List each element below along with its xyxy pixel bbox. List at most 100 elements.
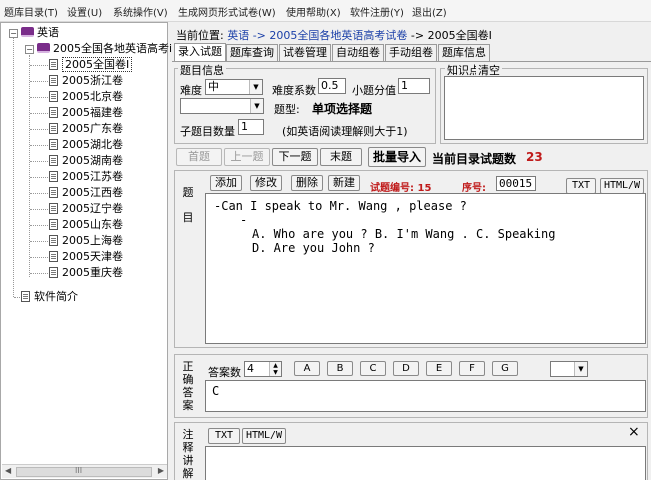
difficulty-select[interactable]: 中 ▼ bbox=[205, 79, 263, 95]
menu-generate-web[interactable]: 生成网页形式试卷(W) bbox=[178, 4, 276, 19]
first-question-button[interactable]: 首题 bbox=[176, 148, 222, 166]
scrollbar-thumb[interactable]: III bbox=[16, 466, 152, 477]
format-html-button[interactable]: HTML/W bbox=[600, 178, 644, 194]
tree-guide-line bbox=[30, 193, 48, 194]
last-question-button[interactable]: 末题 bbox=[320, 148, 362, 166]
tab-entry[interactable]: 录入试题 bbox=[174, 43, 226, 61]
type-value: 单项选择题 bbox=[312, 102, 373, 116]
seq-label: 序号: bbox=[462, 183, 486, 194]
tree-branch[interactable]: 2005全国各地英语高考i bbox=[37, 41, 172, 57]
collapse-icon[interactable]: − bbox=[9, 29, 18, 38]
document-icon bbox=[49, 235, 58, 246]
collapse-icon[interactable]: − bbox=[25, 45, 34, 54]
score-input[interactable]: 1 bbox=[398, 78, 430, 94]
document-icon bbox=[49, 219, 58, 230]
tree-item[interactable]: 2005湖南卷 bbox=[49, 153, 123, 169]
menu-settings[interactable]: 设置(U) bbox=[67, 4, 102, 19]
question-text-area[interactable]: -Can I speak to Mr. Wang , please ? - A.… bbox=[205, 193, 646, 344]
next-question-button[interactable]: 下一题 bbox=[272, 148, 318, 166]
knowledge-box[interactable] bbox=[444, 76, 644, 140]
question-line: D. Are you John ? bbox=[252, 241, 375, 255]
edit-button[interactable]: 修改 bbox=[250, 175, 282, 191]
scrollbar-grip: III bbox=[75, 466, 83, 475]
question-id: 试题编号: 15 bbox=[370, 183, 432, 194]
explain-format-html-button[interactable]: HTML/W bbox=[242, 428, 286, 444]
tree-item[interactable]: 2005辽宁卷 bbox=[49, 201, 123, 217]
answer-option-button[interactable]: G bbox=[492, 361, 518, 376]
difficulty-coef-input[interactable]: 0.5 bbox=[318, 78, 346, 94]
tree-item[interactable]: 2005江苏卷 bbox=[49, 169, 123, 185]
answer-extra-select[interactable]: ▼ bbox=[550, 361, 588, 377]
tree-guide-line bbox=[13, 37, 14, 297]
tree-guide-line bbox=[30, 241, 48, 242]
answer-side-label: 正 确 答 案 bbox=[182, 360, 194, 412]
answer-text-area[interactable]: C bbox=[205, 380, 646, 412]
tab-auto-compose[interactable]: 自动组卷 bbox=[332, 44, 384, 61]
document-icon bbox=[49, 171, 58, 182]
tree-item[interactable]: 2005天津卷 bbox=[49, 249, 123, 265]
chevron-down-icon: ▼ bbox=[249, 80, 262, 94]
explanation-text-area[interactable] bbox=[205, 446, 646, 480]
tree-item-about[interactable]: 软件简介 bbox=[21, 289, 78, 305]
document-icon bbox=[49, 75, 58, 86]
answer-count-stepper[interactable]: 4 ▲ ▼ bbox=[244, 361, 282, 377]
close-icon[interactable]: × bbox=[628, 424, 640, 440]
tree-item[interactable]: 2005重庆卷 bbox=[49, 265, 123, 281]
tree-item[interactable]: 2005江西卷 bbox=[49, 185, 123, 201]
document-icon bbox=[49, 203, 58, 214]
answer-option-button[interactable]: F bbox=[459, 361, 485, 376]
menu-bar: 题库目录(T) 设置(U) 系统操作(V) 生成网页形式试卷(W) 使用帮助(X… bbox=[0, 0, 651, 22]
delete-button[interactable]: 删除 bbox=[291, 175, 323, 191]
tree-item[interactable]: 2005广东卷 bbox=[49, 121, 123, 137]
tree-root[interactable]: 英语 bbox=[21, 25, 59, 41]
prev-question-button[interactable]: 上一题 bbox=[224, 148, 270, 166]
question-line: -Can I speak to Mr. Wang , please ? bbox=[214, 199, 467, 213]
tree-guide-line bbox=[30, 177, 48, 178]
tree-guide-line bbox=[30, 113, 48, 114]
answer-option-button[interactable]: A bbox=[294, 361, 320, 376]
answer-option-button[interactable]: E bbox=[426, 361, 452, 376]
catalog-tree[interactable]: − 英语 − 2005全国各地英语高考i 2005全国卷Ⅰ 2005浙江卷 200… bbox=[0, 22, 172, 480]
tab-query[interactable]: 题库查询 bbox=[226, 44, 278, 61]
new-button[interactable]: 新建 bbox=[328, 175, 360, 191]
tree-item[interactable]: 2005浙江卷 bbox=[49, 73, 123, 89]
document-icon bbox=[49, 59, 58, 70]
tree-item[interactable]: 2005湖北卷 bbox=[49, 137, 123, 153]
tab-manual-compose[interactable]: 手动组卷 bbox=[385, 44, 437, 61]
tree-guide-line bbox=[30, 97, 48, 98]
breadcrumb: 当前位置: 英语 -> 2005全国各地英语高考试卷 -> 2005全国卷Ⅰ bbox=[176, 29, 492, 42]
explain-format-txt-button[interactable]: TXT bbox=[208, 428, 240, 444]
menu-exit[interactable]: 退出(Z) bbox=[412, 4, 447, 19]
add-button[interactable]: 添加 bbox=[210, 175, 242, 191]
menu-catalog[interactable]: 题库目录(T) bbox=[4, 4, 58, 19]
subcount-input[interactable]: 1 bbox=[238, 119, 264, 135]
spin-arrows-icon[interactable]: ▲ ▼ bbox=[269, 362, 281, 376]
answer-option-button[interactable]: C bbox=[360, 361, 386, 376]
answer-option-button[interactable]: D bbox=[393, 361, 419, 376]
tree-item[interactable]: 2005北京卷 bbox=[49, 89, 123, 105]
document-icon bbox=[49, 107, 58, 118]
category-select[interactable]: ▼ bbox=[180, 98, 264, 114]
document-icon bbox=[49, 187, 58, 198]
tree-horizontal-scrollbar[interactable]: ◀ III ▶ bbox=[2, 464, 167, 478]
subcount-label: 子题目数量 bbox=[180, 125, 235, 138]
seq-input[interactable]: 00015 bbox=[496, 176, 536, 191]
tree-guide-line bbox=[29, 55, 30, 277]
tree-item[interactable]: 2005上海卷 bbox=[49, 233, 123, 249]
tree-item[interactable]: 2005福建卷 bbox=[49, 105, 123, 121]
scroll-right-icon[interactable]: ▶ bbox=[158, 466, 164, 475]
score-label: 小题分值 bbox=[352, 84, 396, 97]
tab-paper-manage[interactable]: 试卷管理 bbox=[279, 44, 331, 61]
tab-bank-info[interactable]: 题库信息 bbox=[438, 44, 490, 61]
tree-item[interactable]: 2005山东卷 bbox=[49, 217, 123, 233]
menu-help[interactable]: 使用帮助(X) bbox=[286, 4, 341, 19]
menu-system[interactable]: 系统操作(V) bbox=[113, 4, 168, 19]
scroll-left-icon[interactable]: ◀ bbox=[5, 466, 11, 475]
menu-register[interactable]: 软件注册(Y) bbox=[350, 4, 404, 19]
document-icon bbox=[21, 291, 30, 302]
format-txt-button[interactable]: TXT bbox=[566, 178, 596, 194]
batch-import-button[interactable]: 批量导入 bbox=[368, 147, 426, 167]
answer-option-button[interactable]: B bbox=[327, 361, 353, 376]
tree-item-selected[interactable]: 2005全国卷Ⅰ bbox=[49, 57, 133, 73]
document-icon bbox=[49, 267, 58, 278]
